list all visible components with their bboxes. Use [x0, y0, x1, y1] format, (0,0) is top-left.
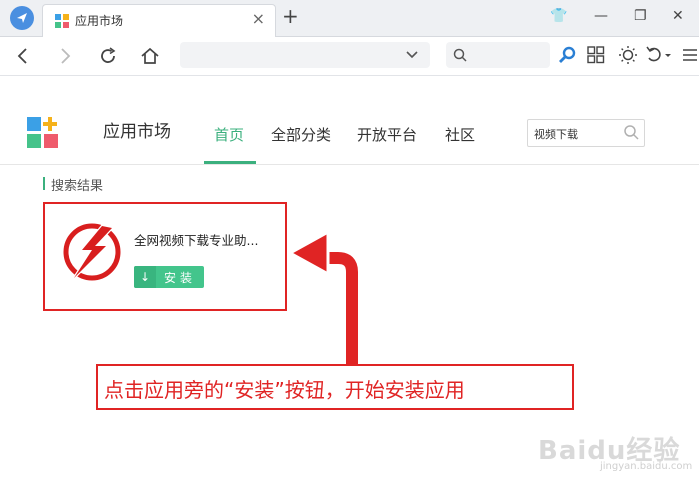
tab-title: 应用市场 — [75, 14, 124, 28]
header-divider — [0, 164, 699, 165]
forward-icon[interactable] — [56, 47, 74, 65]
site-name: 应用市场 — [103, 122, 171, 142]
site-logo-icon[interactable] — [27, 117, 59, 149]
address-bar[interactable] — [180, 42, 430, 68]
annotation-callout: 点击应用旁的“安装”按钮，开始安装应用 — [96, 364, 574, 410]
nav-tab-home[interactable]: 首页 — [214, 124, 244, 145]
watermark-url: jingyan.baidu.com — [600, 461, 693, 472]
app-name[interactable]: 全网视频下载专业助... — [134, 230, 258, 249]
navigation-bar — [0, 37, 699, 76]
site-search-icon[interactable] — [623, 124, 639, 140]
app-lightning-icon[interactable] — [62, 222, 122, 282]
app-market-tab-icon — [55, 13, 69, 28]
section-marker — [43, 177, 45, 190]
download-arrow-icon: ↓ — [134, 266, 156, 288]
site-search-value: 视频下载 — [534, 128, 578, 141]
grid-icon[interactable] — [587, 46, 605, 64]
browser-logo-icon[interactable] — [10, 6, 34, 30]
menu-icon[interactable] — [682, 48, 698, 62]
install-label: 安装 — [164, 271, 197, 285]
tab-close-icon[interactable]: × — [252, 9, 265, 28]
results-heading: 搜索结果 — [51, 179, 104, 194]
refresh-icon[interactable] — [98, 46, 118, 66]
tab-app-market[interactable]: 应用市场 × — [42, 4, 276, 37]
skin-icon[interactable]: 👕 — [550, 8, 567, 24]
annotation-text: 点击应用旁的“安装”按钮，开始安装应用 — [104, 378, 465, 402]
title-bar: 应用市场 × + 👕 — ❐ ✕ — [0, 0, 699, 37]
result-card[interactable]: 全网视频下载专业助... ↓ 安装 — [43, 202, 287, 311]
chevron-down-icon[interactable] — [406, 50, 418, 60]
install-button[interactable]: ↓ 安装 — [134, 266, 204, 288]
undo-icon[interactable] — [645, 46, 671, 64]
nav-tab-open-platform[interactable]: 开放平台 — [357, 124, 417, 145]
close-window-button[interactable]: ✕ — [672, 8, 684, 24]
back-icon[interactable] — [14, 47, 32, 65]
brightness-icon[interactable] — [618, 45, 638, 65]
new-tab-button[interactable]: + — [282, 4, 299, 28]
home-icon[interactable] — [140, 46, 160, 66]
browser-search-input[interactable] — [446, 42, 550, 68]
nav-tab-community[interactable]: 社区 — [445, 124, 475, 145]
site-search-input[interactable]: 视频下载 — [527, 119, 645, 147]
minimize-button[interactable]: — — [594, 8, 608, 24]
search-submit-icon[interactable] — [558, 45, 578, 65]
maximize-button[interactable]: ❐ — [634, 8, 647, 24]
nav-tab-categories[interactable]: 全部分类 — [271, 124, 331, 145]
search-icon — [453, 48, 467, 62]
